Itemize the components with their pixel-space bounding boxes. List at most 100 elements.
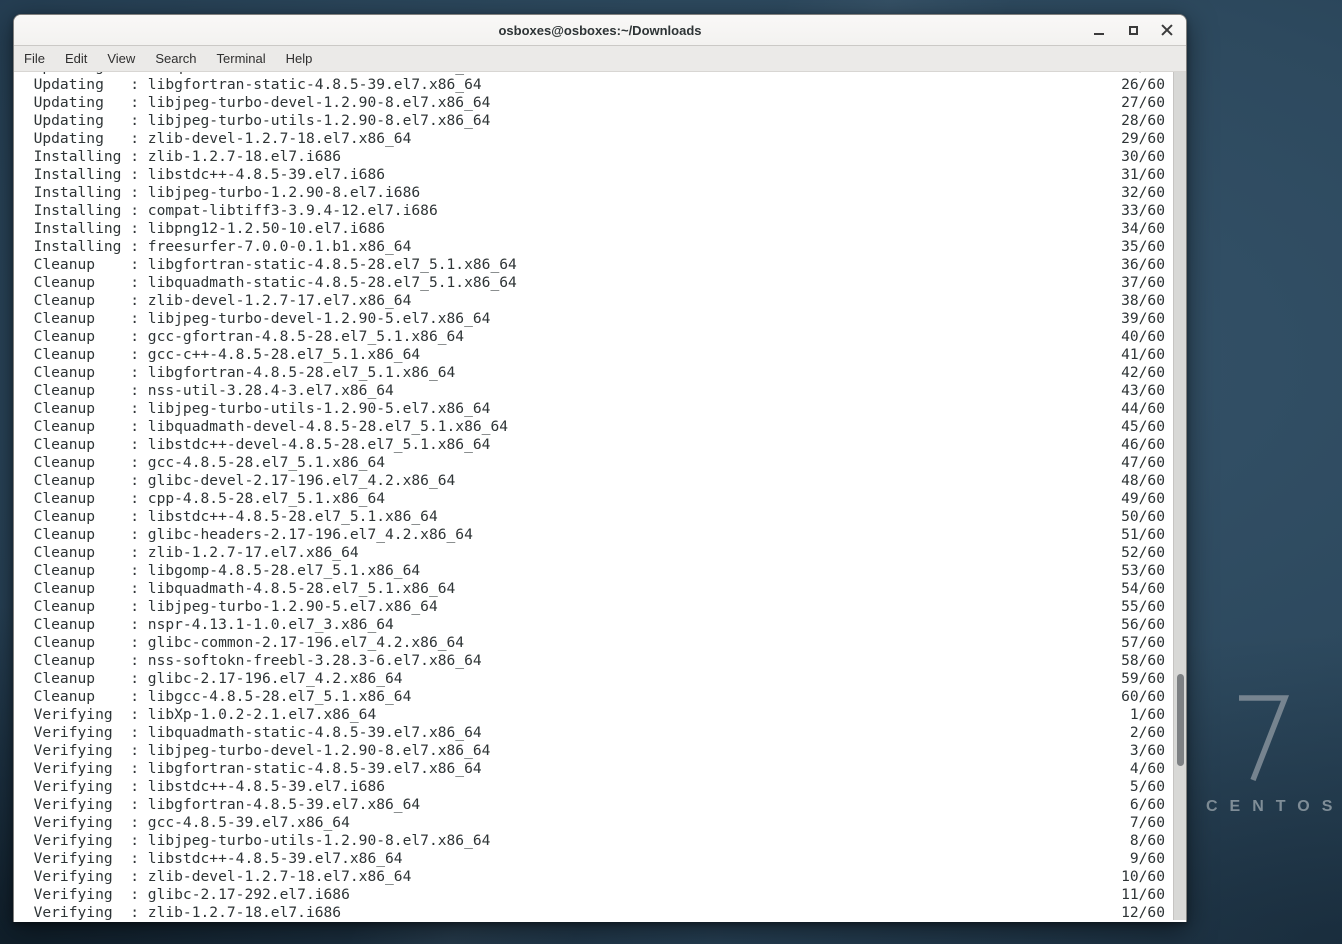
log-action-package: Updating : libjpeg-turbo-utils-1.2.90-8.… xyxy=(16,112,490,130)
log-action-package: Cleanup : libjpeg-turbo-devel-1.2.90-5.e… xyxy=(16,310,490,328)
terminal-log-line: Cleanup : libgfortran-4.8.5-28.el7_5.1.x… xyxy=(14,364,1173,382)
log-action-package: Installing : libstdc++-4.8.5-39.el7.i686 xyxy=(16,166,385,184)
log-counter: 30/60 xyxy=(1121,148,1165,166)
log-counter: 4/60 xyxy=(1130,760,1165,778)
log-action-package: Verifying : glibc-2.17-292.el7.i686 xyxy=(16,886,350,904)
log-action-package: Cleanup : libquadmath-4.8.5-28.el7_5.1.x… xyxy=(16,580,455,598)
log-counter: 57/60 xyxy=(1121,634,1165,652)
log-action-package: Verifying : libjpeg-turbo-devel-1.2.90-8… xyxy=(16,742,490,760)
terminal-log-line: Verifying : libquadmath-static-4.8.5-39.… xyxy=(14,724,1173,742)
log-action-package: Cleanup : cpp-4.8.5-28.el7_5.1.x86_64 xyxy=(16,490,385,508)
titlebar[interactable]: osboxes@osboxes:~/Downloads xyxy=(14,15,1186,46)
log-counter: 37/60 xyxy=(1121,274,1165,292)
log-action-package: Cleanup : glibc-headers-2.17-196.el7_4.2… xyxy=(16,526,473,544)
terminal-log-line: Updating : libjpeg-turbo-devel-1.2.90-8.… xyxy=(14,94,1173,112)
terminal-log-line: Cleanup : glibc-devel-2.17-196.el7_4.2.x… xyxy=(14,472,1173,490)
terminal-log-line: Verifying : libgfortran-static-4.8.5-39.… xyxy=(14,760,1173,778)
log-counter: 26/60 xyxy=(1121,76,1165,94)
menu-item-terminal[interactable]: Terminal xyxy=(207,51,276,66)
log-action-package: Verifying : gcc-4.8.5-39.el7.x86_64 xyxy=(16,814,350,832)
log-action-package: Verifying : libgfortran-4.8.5-39.el7.x86… xyxy=(16,796,420,814)
terminal-log-line: Verifying : glibc-2.17-292.el7.i686 11/60 xyxy=(14,886,1173,904)
close-button[interactable] xyxy=(1156,19,1178,41)
log-action-package: Updating : libjpeg-turbo-devel-1.2.90-8.… xyxy=(16,94,490,112)
log-action-package: Verifying : libjpeg-turbo-utils-1.2.90-8… xyxy=(16,832,490,850)
log-counter: 8/60 xyxy=(1130,832,1165,850)
menu-bar: File Edit View Search Terminal Help xyxy=(14,46,1186,72)
log-counter: 11/60 xyxy=(1121,886,1165,904)
terminal-log-line: Verifying : libstdc++-4.8.5-39.el7.i686 5… xyxy=(14,778,1173,796)
log-counter: 34/60 xyxy=(1121,220,1165,238)
terminal-log-line: Installing : libjpeg-turbo-1.2.90-8.el7.… xyxy=(14,184,1173,202)
log-counter: 58/60 xyxy=(1121,652,1165,670)
terminal-log-line: Cleanup : libstdc++-devel-4.8.5-28.el7_5… xyxy=(14,436,1173,454)
log-counter: 5/60 xyxy=(1130,778,1165,796)
terminal-viewport[interactable]: Updating : libquadmath-static-4.8.5-39.e… xyxy=(14,72,1186,920)
desktop-background: CENTOS osboxes@osboxes:~/Downloads File … xyxy=(0,0,1342,944)
minimize-button[interactable] xyxy=(1088,19,1110,41)
log-counter: 12/60 xyxy=(1121,904,1165,920)
menu-item-search[interactable]: Search xyxy=(145,51,206,66)
log-counter: 2/60 xyxy=(1130,724,1165,742)
log-action-package: Verifying : libstdc++-4.8.5-39.el7.i686 xyxy=(16,778,385,796)
terminal-log-line: Cleanup : gcc-gfortran-4.8.5-28.el7_5.1.… xyxy=(14,328,1173,346)
log-counter: 28/60 xyxy=(1121,112,1165,130)
terminal-log-line: Cleanup : libquadmath-devel-4.8.5-28.el7… xyxy=(14,418,1173,436)
log-action-package: Cleanup : libstdc++-4.8.5-28.el7_5.1.x86… xyxy=(16,508,438,526)
log-counter: 32/60 xyxy=(1121,184,1165,202)
terminal-log-line: Cleanup : nss-util-3.28.4-3.el7.x86_6443… xyxy=(14,382,1173,400)
terminal-log-line: Cleanup : gcc-c++-4.8.5-28.el7_5.1.x86_6… xyxy=(14,346,1173,364)
log-counter: 52/60 xyxy=(1121,544,1165,562)
scrollbar-thumb[interactable] xyxy=(1177,674,1184,766)
log-action-package: Verifying : libquadmath-static-4.8.5-39.… xyxy=(16,724,482,742)
terminal-log-line: Verifying : libjpeg-turbo-utils-1.2.90-8… xyxy=(14,832,1173,850)
terminal-log-line: Updating : zlib-devel-1.2.7-18.el7.x86_6… xyxy=(14,130,1173,148)
terminal-log-line: Verifying : libstdc++-4.8.5-39.el7.x86_6… xyxy=(14,850,1173,868)
maximize-button[interactable] xyxy=(1122,19,1144,41)
log-action-package: Verifying : zlib-1.2.7-18.el7.i686 xyxy=(16,904,341,920)
window-controls xyxy=(1088,15,1178,45)
log-action-package: Cleanup : libquadmath-devel-4.8.5-28.el7… xyxy=(16,418,508,436)
terminal-log-line: Cleanup : nss-softokn-freebl-3.28.3-6.el… xyxy=(14,652,1173,670)
menu-item-help[interactable]: Help xyxy=(276,51,323,66)
log-counter: 39/60 xyxy=(1121,310,1165,328)
log-counter: 10/60 xyxy=(1121,868,1165,886)
log-counter: 51/60 xyxy=(1121,526,1165,544)
log-action-package: Cleanup : gcc-c++-4.8.5-28.el7_5.1.x86_6… xyxy=(16,346,420,364)
menu-item-view[interactable]: View xyxy=(97,51,145,66)
log-counter: 54/60 xyxy=(1121,580,1165,598)
menu-item-file[interactable]: File xyxy=(14,51,55,66)
log-action-package: Cleanup : zlib-1.2.7-17.el7.x86_64 xyxy=(16,544,359,562)
terminal-log-line: Installing : libpng12-1.2.50-10.el7.i686… xyxy=(14,220,1173,238)
log-counter: 48/60 xyxy=(1121,472,1165,490)
log-action-package: Cleanup : nss-softokn-freebl-3.28.3-6.el… xyxy=(16,652,482,670)
menu-item-edit[interactable]: Edit xyxy=(55,51,97,66)
log-action-package: Cleanup : zlib-devel-1.2.7-17.el7.x86_64 xyxy=(16,292,411,310)
terminal-log-line: Cleanup : libquadmath-static-4.8.5-28.el… xyxy=(14,274,1173,292)
log-action-package: Cleanup : glibc-2.17-196.el7_4.2.x86_64 xyxy=(16,670,403,688)
centos-watermark-text: CENTOS xyxy=(1196,798,1330,816)
log-counter: 35/60 xyxy=(1121,238,1165,256)
terminal-log-line: Verifying : gcc-4.8.5-39.el7.x86_647/60 xyxy=(14,814,1173,832)
terminal-log-line: Updating : libgfortran-static-4.8.5-39.e… xyxy=(14,76,1173,94)
terminal-log-line: Cleanup : gcc-4.8.5-28.el7_5.1.x86_6447/… xyxy=(14,454,1173,472)
log-action-package: Cleanup : glibc-devel-2.17-196.el7_4.2.x… xyxy=(16,472,455,490)
minimize-icon xyxy=(1094,33,1104,35)
terminal-log-line: Cleanup : libquadmath-4.8.5-28.el7_5.1.x… xyxy=(14,580,1173,598)
log-action-package: Updating : libgfortran-static-4.8.5-39.e… xyxy=(16,76,482,94)
terminal-log-line: Installing : freesurfer-7.0.0-0.1.b1.x86… xyxy=(14,238,1173,256)
log-counter: 38/60 xyxy=(1121,292,1165,310)
log-action-package: Cleanup : libjpeg-turbo-utils-1.2.90-5.e… xyxy=(16,400,490,418)
log-counter: 29/60 xyxy=(1121,130,1165,148)
log-counter: 6/60 xyxy=(1130,796,1165,814)
terminal-log-line: Cleanup : zlib-devel-1.2.7-17.el7.x86_64… xyxy=(14,292,1173,310)
maximize-icon xyxy=(1129,26,1138,35)
log-counter: 49/60 xyxy=(1121,490,1165,508)
log-counter: 46/60 xyxy=(1121,436,1165,454)
log-counter: 56/60 xyxy=(1121,616,1165,634)
terminal-log-line: Cleanup : cpp-4.8.5-28.el7_5.1.x86_64 49/… xyxy=(14,490,1173,508)
scrollbar-track[interactable] xyxy=(1173,72,1186,920)
log-counter: 33/60 xyxy=(1121,202,1165,220)
terminal-log-line: Verifying : zlib-1.2.7-18.el7.i686 12/60 xyxy=(14,904,1173,920)
terminal-log-line: Verifying : libgfortran-4.8.5-39.el7.x86… xyxy=(14,796,1173,814)
